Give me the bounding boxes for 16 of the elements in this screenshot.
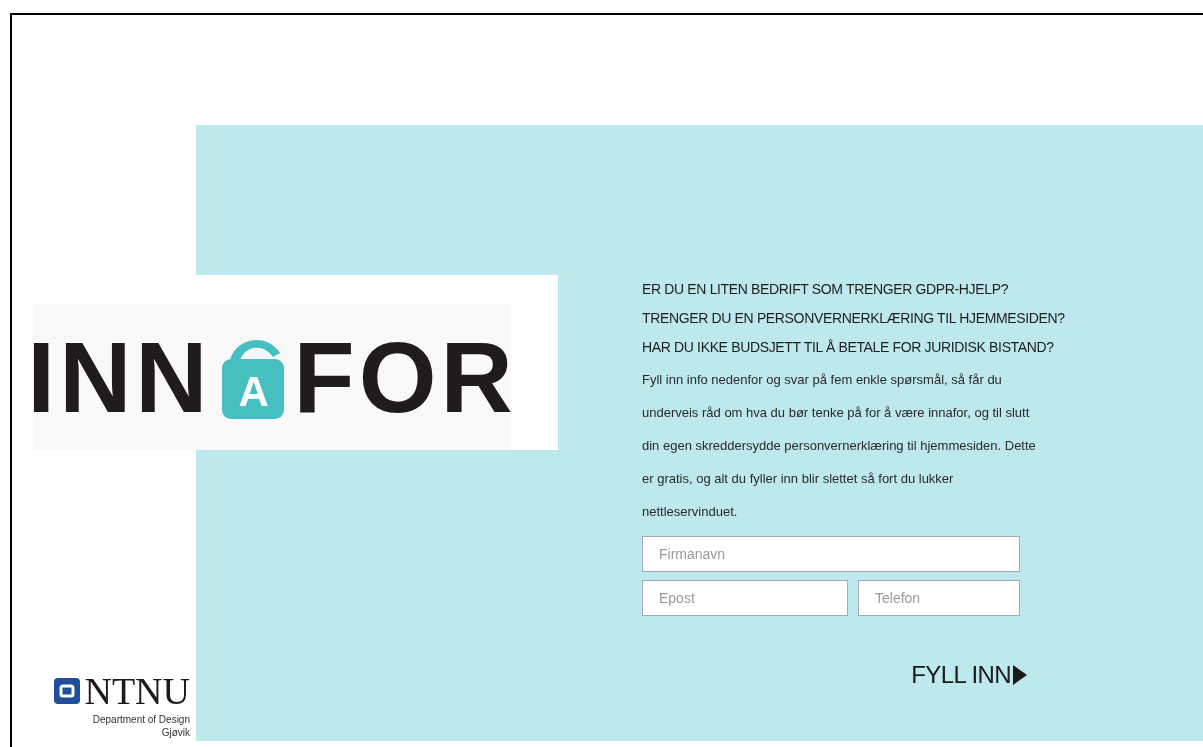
logo-lock-letter: A: [238, 371, 269, 413]
heading-text: HAR DU IKKE BUDSJETT TIL Å BETALE FOR JURIDISK BISTAND?: [642, 338, 1055, 357]
logo-text: FOR: [293, 327, 517, 427]
phone-field[interactable]: Telefon: [858, 580, 1020, 616]
email-field[interactable]: Epost: [642, 580, 848, 616]
department-text: Department of Design: [92, 713, 190, 726]
play-icon: [1013, 665, 1027, 685]
ntnu-logo-icon: [54, 678, 81, 704]
logo-text: INN: [27, 327, 212, 427]
ntnu-wordmark: NTNU: [84, 672, 190, 710]
intro-paragraph: Fyll inn info nedenfor og svar på fem enkle spørsmål, så får du underveis råd om hva du bør tenke på for å være innafor, og til slutt din egen skreddersydde personvernerklæring til hjemmesiden. Dette er gratis, og alt du fyller inn blir slettet så fort du lukker nettleservinduet.: [642, 371, 1037, 521]
heading-text: ER DU EN LITEN BEDRIFT SOM TRENGER GDPR-HJELP?: [642, 280, 1010, 299]
heading-text: TRENGER DU EN PERSONVERNERKLÆRING TIL HJEMMESIDEN?: [642, 309, 1066, 328]
company-field[interactable]: Firmanavn: [642, 536, 1020, 572]
submit-button[interactable]: FYLL INN: [911, 661, 1027, 689]
location-text: Gjøvik: [161, 726, 190, 739]
